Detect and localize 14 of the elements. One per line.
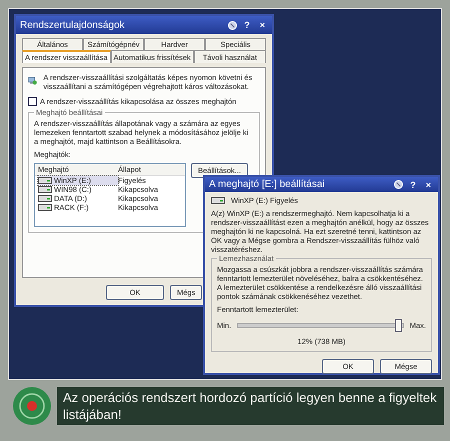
close-button[interactable]: × (256, 20, 268, 30)
target-icon (12, 386, 52, 426)
checkbox[interactable] (28, 97, 37, 106)
drive-icon (38, 204, 52, 211)
drive-icon (211, 197, 225, 204)
slider-thumb[interactable] (394, 319, 402, 332)
window-title: Rendszertulajdonságok (20, 20, 126, 30)
help-button[interactable]: ? (407, 180, 419, 190)
drive-icon (38, 186, 52, 193)
window-title: A meghajtó [E:] beállításai (209, 179, 326, 190)
drive-icon (38, 195, 52, 202)
help-button[interactable]: ? (241, 20, 253, 30)
caption-text: Az operációs rendszert hordozó partíció legyen benne a figyeltek listájában! (57, 387, 444, 425)
close-button[interactable]: × (422, 180, 434, 190)
